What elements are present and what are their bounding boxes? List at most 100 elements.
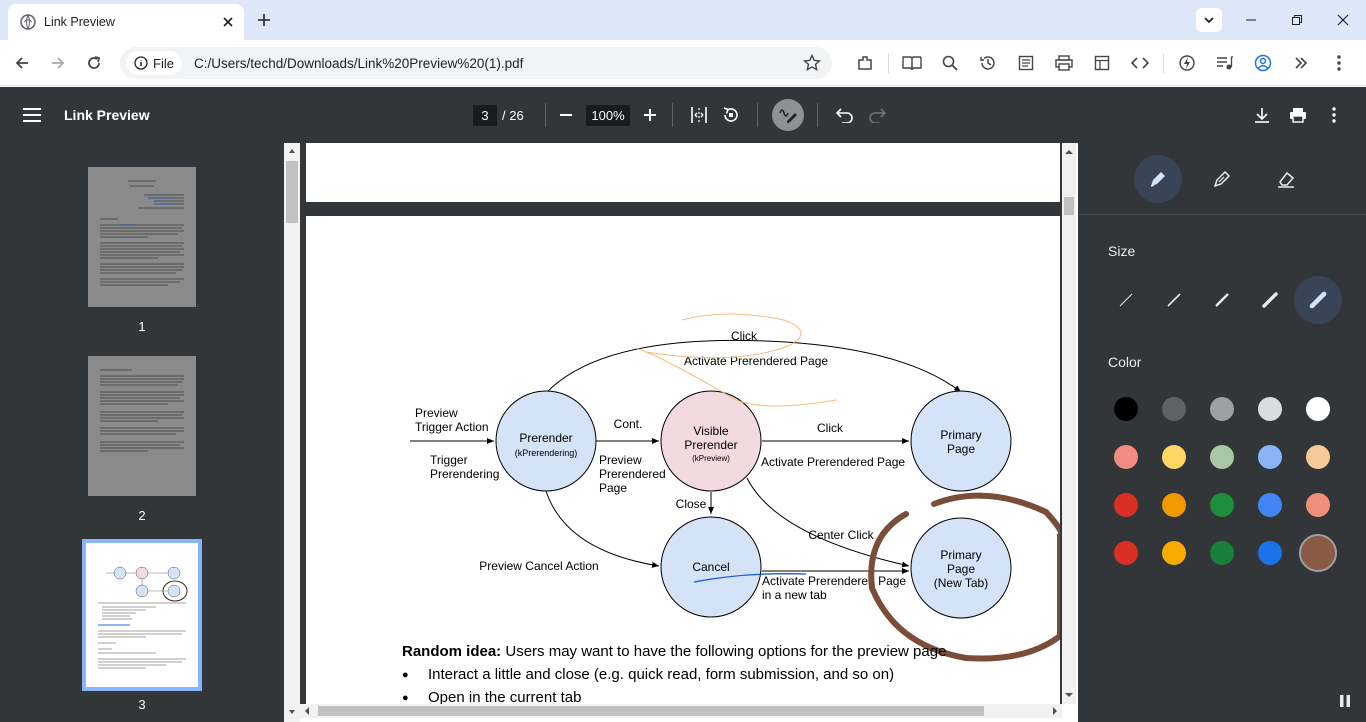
scroll-thumb[interactable] [286, 161, 298, 223]
label-preview-trigger-1: Preview [415, 406, 458, 420]
table-icon[interactable] [1083, 49, 1121, 77]
color-swatch[interactable] [1306, 445, 1330, 469]
zoom-out-icon[interactable] [554, 103, 578, 127]
reload-icon[interactable] [82, 51, 106, 75]
thumbnail-scrollbar[interactable] [284, 143, 300, 722]
undo-icon[interactable] [833, 103, 857, 127]
node-label: Prerender [519, 431, 572, 445]
restore-icon[interactable] [1274, 0, 1320, 40]
file-chip-label: File [153, 55, 174, 71]
minimize-icon[interactable] [1228, 0, 1274, 40]
pause-icon[interactable] [1332, 688, 1358, 714]
chevron-down-icon[interactable] [1196, 8, 1222, 32]
node-label: Cancel [692, 560, 729, 574]
bullet-item: Open in the current tab [402, 689, 582, 704]
back-arrow-icon[interactable] [10, 51, 34, 75]
color-swatch[interactable] [1162, 541, 1186, 565]
label-click-mid: Click [817, 421, 844, 435]
document-vertical-scrollbar[interactable] [1062, 143, 1076, 704]
fit-to-page-icon[interactable] [687, 103, 711, 127]
zoom-in-icon[interactable] [638, 103, 662, 127]
extensions-icon[interactable] [846, 49, 884, 77]
document-viewport[interactable]: Click Activate Prerendered Page Preview … [300, 143, 1062, 704]
color-swatch[interactable] [1162, 445, 1186, 469]
media-control-icon[interactable] [1206, 49, 1244, 77]
annotate-button[interactable] [772, 99, 804, 131]
forward-arrow-icon[interactable] [46, 51, 70, 75]
reading-mode-icon[interactable] [893, 49, 931, 77]
label-activate-newtab-2: in a new tab [762, 588, 827, 602]
color-swatch[interactable] [1114, 493, 1138, 517]
code-icon[interactable] [1121, 49, 1159, 77]
thumbnail-sidebar: 1 2 3 [0, 143, 284, 722]
star-icon[interactable] [800, 51, 824, 75]
performance-icon[interactable] [1168, 49, 1206, 77]
more-vertical-icon[interactable] [1322, 103, 1346, 127]
close-window-icon[interactable] [1320, 0, 1366, 40]
profile-icon[interactable] [1244, 49, 1282, 77]
color-swatch-selected[interactable] [1299, 534, 1337, 572]
page-3: Click Activate Prerendered Page Preview … [306, 216, 1060, 704]
zoom-level-input[interactable]: 100% [586, 105, 630, 126]
color-swatch[interactable] [1114, 445, 1138, 469]
color-swatch[interactable] [1258, 493, 1282, 517]
rotate-icon[interactable] [719, 103, 743, 127]
size-option-5-selected[interactable] [1294, 276, 1342, 324]
color-swatch[interactable] [1210, 397, 1234, 421]
size-label: Size [1108, 243, 1136, 259]
bullet-item: Interact a little and close (e.g. quick … [402, 666, 894, 683]
history-icon[interactable] [969, 49, 1007, 77]
page-number-input[interactable]: 3 [473, 105, 497, 126]
color-swatch[interactable] [1114, 541, 1138, 565]
size-option-3[interactable] [1198, 276, 1246, 324]
node-label: Page [947, 562, 975, 576]
toolbar-divider [817, 103, 818, 127]
page-thumbnail-2[interactable] [88, 356, 196, 496]
color-label: Color [1108, 354, 1142, 370]
more-vertical-icon[interactable] [1320, 49, 1358, 77]
size-option-1[interactable] [1102, 276, 1150, 324]
color-swatch[interactable] [1306, 493, 1330, 517]
page-thumbnail-3-selected[interactable] [82, 539, 202, 691]
zoom-search-icon[interactable] [931, 49, 969, 77]
page-thumbnail-1[interactable] [88, 167, 196, 307]
browser-tab[interactable]: Link Preview [8, 4, 244, 40]
label-preview-prerendered-3: Page [599, 481, 627, 495]
color-swatch[interactable] [1258, 445, 1282, 469]
close-tab-icon[interactable] [220, 14, 236, 30]
new-tab-icon[interactable] [252, 8, 276, 32]
label-preview-prerendered-2: Prerendered [599, 467, 666, 481]
label-preview-prerendered-1: Preview [599, 453, 642, 467]
color-swatch[interactable] [1210, 541, 1234, 565]
url-text[interactable]: C:/Users/techd/Downloads/Link%20Preview%… [194, 56, 523, 71]
color-swatch[interactable] [1258, 397, 1282, 421]
color-swatch[interactable] [1210, 445, 1234, 469]
print-icon[interactable] [1045, 49, 1083, 77]
document-horizontal-scrollbar[interactable] [300, 704, 1062, 718]
print-icon[interactable] [1286, 103, 1310, 127]
color-swatch[interactable] [1162, 493, 1186, 517]
address-bar[interactable]: File C:/Users/techd/Downloads/Link%20Pre… [120, 47, 832, 79]
scroll-thumb[interactable] [318, 706, 984, 716]
highlighter-tool-button[interactable] [1198, 155, 1246, 203]
color-swatch[interactable] [1162, 397, 1186, 421]
node-label: Primary [940, 548, 981, 562]
site-info-chip[interactable]: File [126, 51, 182, 75]
redo-icon[interactable] [865, 103, 889, 127]
color-swatch[interactable] [1114, 397, 1138, 421]
chevron-double-right-icon[interactable] [1282, 49, 1320, 77]
scroll-thumb[interactable] [1064, 197, 1074, 215]
pen-tool-button[interactable] [1134, 155, 1182, 203]
eraser-tool-button[interactable] [1262, 155, 1310, 203]
color-swatch[interactable] [1306, 397, 1330, 421]
label-trigger-prerendering-1: Trigger [430, 453, 468, 467]
menu-icon[interactable] [20, 103, 44, 127]
size-option-4[interactable] [1246, 276, 1294, 324]
size-option-2[interactable] [1150, 276, 1198, 324]
color-swatch[interactable] [1210, 493, 1234, 517]
download-icon[interactable] [1250, 103, 1274, 127]
annotation-panel: Size Color [1078, 143, 1366, 722]
edge-cancel [545, 490, 660, 568]
color-swatch[interactable] [1258, 541, 1282, 565]
reading-list-icon[interactable] [1007, 49, 1045, 77]
